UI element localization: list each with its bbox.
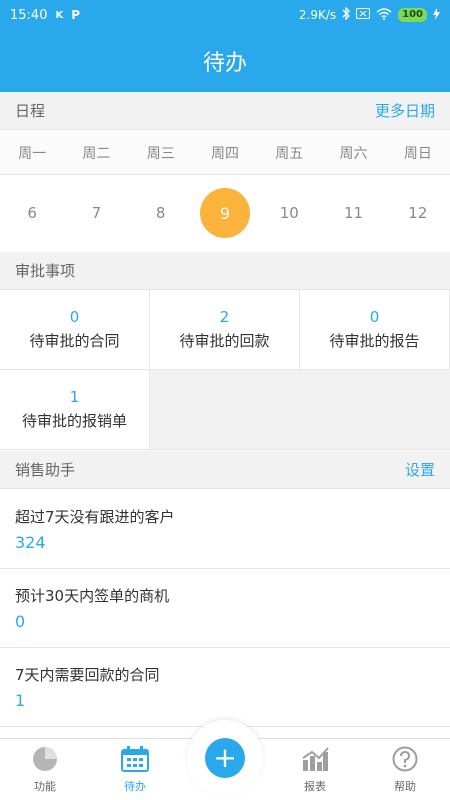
add-button-container: + — [187, 720, 263, 796]
bar-chart-icon — [301, 745, 329, 773]
date-number: 6 — [27, 204, 37, 222]
schedule-title: 日程 — [15, 102, 46, 120]
date-row: 6 7 8 9 10 11 12 — [0, 175, 450, 251]
battery-indicator: 100 — [398, 8, 427, 22]
approval-title: 审批事项 — [15, 262, 76, 280]
schedule-header: 日程 更多日期 — [0, 92, 450, 130]
tab-reports[interactable]: 报表 — [270, 739, 360, 800]
date-number: 11 — [344, 204, 364, 222]
list-item-value: 1 — [15, 691, 26, 710]
sales-assistant-title: 销售助手 — [15, 461, 76, 479]
weekday-label: 周一 — [18, 145, 47, 162]
date-cell[interactable]: 8 — [129, 187, 193, 239]
date-cell[interactable]: 10 — [257, 187, 321, 239]
list-item-title: 7天内需要回款的合同 — [15, 666, 160, 684]
pie-chart-icon — [31, 745, 59, 773]
sales-list: 超过7天没有跟进的客户 324 预计30天内签单的商机 0 7天内需要回款的合同… — [0, 490, 450, 727]
weekday-label: 周四 — [210, 145, 239, 162]
help-icon — [391, 745, 419, 773]
charging-icon — [433, 7, 440, 23]
list-item-title: 预计30天内签单的商机 — [15, 587, 170, 605]
title-bar: 待办 — [0, 30, 450, 92]
approval-label: 待审批的合同 — [29, 332, 120, 350]
approval-count: 2 — [219, 308, 230, 326]
approval-count: 1 — [69, 388, 80, 406]
approval-label: 待审批的报告 — [329, 332, 420, 350]
list-item[interactable]: 超过7天没有跟进的客户 324 — [0, 490, 450, 569]
approval-payments[interactable]: 2 待审批的回款 — [150, 290, 300, 369]
list-item[interactable]: 预计30天内签单的商机 0 — [0, 569, 450, 648]
page-title: 待办 — [202, 51, 247, 76]
network-speed: 2.9K/s — [298, 8, 337, 22]
tab-label: 报表 — [304, 780, 326, 793]
approval-expenses[interactable]: 1 待审批的报销单 — [0, 370, 150, 449]
date-cell[interactable]: 12 — [386, 187, 450, 239]
weekday-label: 周五 — [275, 145, 304, 162]
wifi-icon — [376, 7, 392, 23]
bluetooth-icon — [342, 6, 351, 23]
p-app-icon: P — [71, 8, 81, 22]
k-app-icon: K — [55, 9, 64, 21]
weekday-label: 周日 — [403, 145, 432, 162]
plus-icon: + — [213, 741, 237, 774]
settings-link[interactable]: 设置 — [405, 459, 435, 480]
date-cell[interactable]: 7 — [64, 187, 128, 239]
date-number: 8 — [155, 204, 166, 222]
date-number: 7 — [91, 204, 102, 222]
list-item-value: 0 — [15, 612, 26, 631]
approval-contracts[interactable]: 0 待审批的合同 — [0, 290, 150, 369]
list-item-title: 超过7天没有跟进的客户 — [15, 508, 175, 526]
approval-label: 待审批的回款 — [179, 332, 270, 350]
weekday-label: 周三 — [146, 145, 175, 162]
approval-grid: 0 待审批的合同 2 待审批的回款 0 待审批的报告 1 待审批的报销单 — [0, 290, 450, 450]
add-button[interactable]: + — [205, 738, 245, 778]
more-dates-link[interactable]: 更多日期 — [375, 100, 435, 121]
empty-cell — [150, 370, 450, 449]
date-cell[interactable]: 6 — [0, 187, 64, 239]
tab-features[interactable]: 功能 — [0, 739, 90, 800]
weekday-label: 周六 — [339, 145, 368, 162]
approval-header: 审批事项 — [0, 252, 450, 290]
tab-label: 功能 — [34, 780, 56, 793]
approval-count: 0 — [369, 308, 380, 326]
calendar-icon — [121, 745, 149, 773]
sim-icon — [356, 8, 371, 22]
list-item[interactable]: 7天内需要回款的合同 1 — [0, 648, 450, 727]
status-bar: 15:40 K P 2.9K/s 100 — [0, 0, 450, 30]
tab-label: 帮助 — [394, 780, 416, 793]
list-item-value: 324 — [15, 533, 46, 552]
clock: 15:40 — [10, 7, 48, 23]
tab-label: 待办 — [124, 780, 146, 793]
weekday-row: 周一 周二 周三 周四 周五 周六 周日 — [0, 131, 450, 175]
selected-date-number: 9 — [199, 188, 250, 238]
sales-assistant-header: 销售助手 设置 — [0, 451, 450, 489]
date-number: 12 — [408, 204, 428, 222]
date-cell[interactable]: 11 — [321, 187, 385, 239]
date-cell-selected[interactable]: 9 — [193, 187, 257, 239]
tab-help[interactable]: 帮助 — [360, 739, 450, 800]
approval-label: 待审批的报销单 — [21, 412, 127, 430]
tab-todo[interactable]: 待办 — [90, 739, 180, 800]
approval-reports[interactable]: 0 待审批的报告 — [300, 290, 450, 369]
approval-count: 0 — [69, 308, 80, 326]
date-number: 10 — [279, 204, 299, 222]
weekday-label: 周二 — [82, 145, 111, 162]
